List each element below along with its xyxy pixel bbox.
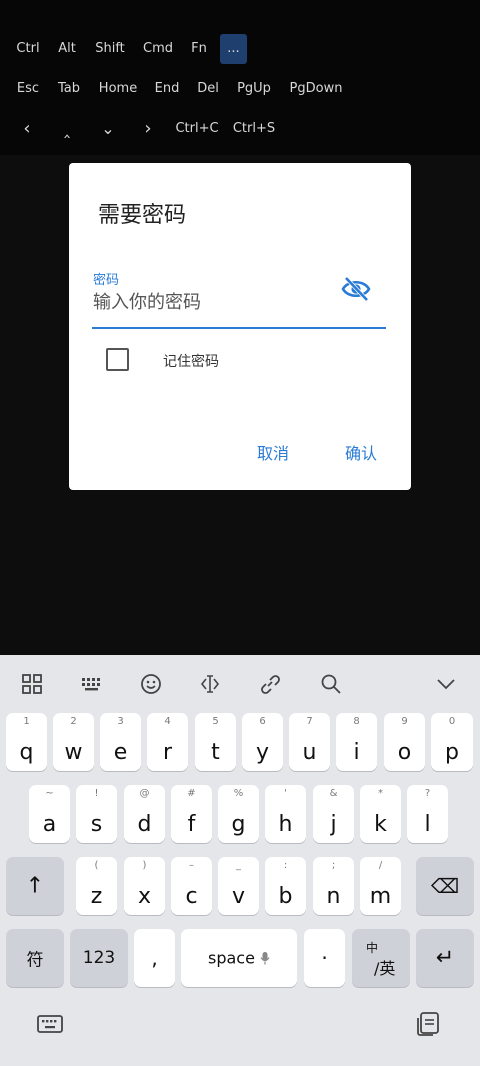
mic-icon <box>260 952 270 965</box>
key-g[interactable]: % g <box>218 785 259 843</box>
password-field-underline <box>92 327 386 329</box>
key-b[interactable]: :b <box>265 857 306 915</box>
keyboard-switch-icon[interactable] <box>36 1010 64 1038</box>
comma-key[interactable]: , <box>134 929 175 987</box>
fn-key[interactable]: Fn <box>185 34 213 64</box>
key-u[interactable]: 7u <box>289 713 330 771</box>
key-v[interactable]: _ v <box>218 857 259 915</box>
tab-key[interactable]: Tab <box>54 74 84 104</box>
left-arrow-key[interactable]: ‹ <box>16 114 38 144</box>
password-input[interactable] <box>93 288 343 316</box>
key-o[interactable]: 9o <box>384 713 425 771</box>
symbol-key[interactable]: 符 <box>6 929 64 987</box>
cursor-icon[interactable] <box>197 671 223 697</box>
key-j[interactable]: & j <box>313 785 354 843</box>
pgdown-key[interactable]: PgDown <box>286 74 346 104</box>
cmd-key[interactable]: Cmd <box>139 34 177 64</box>
del-key[interactable]: Del <box>193 74 223 104</box>
ctrl-c-key[interactable]: Ctrl+C <box>174 114 220 144</box>
key-s[interactable]: ! s <box>76 785 117 843</box>
link-icon[interactable] <box>257 671 283 697</box>
key-l[interactable]: ? l <box>407 785 448 843</box>
grid-icon[interactable] <box>19 671 45 697</box>
key-h[interactable]: ' h <box>265 785 306 843</box>
dialog-title: 需要密码 <box>98 203 187 228</box>
language-switch-key[interactable]: 中 /英 <box>352 929 410 987</box>
extra-keys-row-1: Ctrl Alt Shift Cmd Fn ... <box>0 34 480 64</box>
confirm-button[interactable]: 确认 <box>345 440 377 464</box>
key-e[interactable]: 3e <box>100 713 141 771</box>
lang-zh-label: 中 <box>366 941 379 955</box>
search-icon[interactable] <box>318 671 344 697</box>
keyboard-layout-icon[interactable] <box>79 671 105 697</box>
extra-keys-row-2: Esc Tab Home End Del PgUp PgDown <box>0 74 480 104</box>
number-key[interactable]: 123 <box>70 929 128 987</box>
key-c[interactable]: – c <box>171 857 212 915</box>
right-arrow-key[interactable]: › <box>137 114 159 144</box>
alt-key[interactable]: Alt <box>52 34 82 64</box>
extra-keys-row-3: ‹ ‸ ⌄ › Ctrl+C Ctrl+S <box>0 114 480 144</box>
down-arrow-key[interactable]: ⌄ <box>97 114 119 144</box>
period-key[interactable]: · <box>304 929 345 987</box>
key-f[interactable]: # f <box>171 785 212 843</box>
emoji-icon[interactable] <box>138 671 164 697</box>
up-arrow-key[interactable]: ‸ <box>56 114 78 144</box>
more-key[interactable]: ... <box>220 34 247 64</box>
key-r[interactable]: 4r <box>147 713 188 771</box>
pgup-key[interactable]: PgUp <box>233 74 275 104</box>
clipboard-icon[interactable] <box>414 1010 442 1038</box>
key-q[interactable]: 1q <box>6 713 47 771</box>
key-m[interactable]: / m <box>360 857 401 915</box>
chevron-down-icon[interactable] <box>433 671 459 697</box>
key-p[interactable]: 0p <box>431 713 473 771</box>
ctrl-s-key[interactable]: Ctrl+S <box>232 114 276 144</box>
key-y[interactable]: 6y <box>242 713 283 771</box>
ctrl-key[interactable]: Ctrl <box>12 34 44 64</box>
key-k[interactable]: * k <box>360 785 401 843</box>
key-i[interactable]: 8i <box>336 713 377 771</box>
visibility-toggle-icon[interactable] <box>340 275 372 303</box>
shift-key[interactable]: Shift <box>90 34 130 64</box>
key-n[interactable]: ; n <box>313 857 354 915</box>
space-key[interactable]: space <box>181 929 297 987</box>
key-w[interactable]: 2w <box>53 713 94 771</box>
home-key[interactable]: Home <box>96 74 140 104</box>
password-dialog: 需要密码 密码 记住密码 取消 确认 <box>69 163 411 490</box>
space-label: space <box>207 948 255 968</box>
cancel-button[interactable]: 取消 <box>257 440 289 464</box>
key-z[interactable]: (z <box>76 857 117 915</box>
key-x[interactable]: ) x <box>124 857 165 915</box>
enter-key[interactable]: ↵ <box>416 929 474 987</box>
soft-keyboard: 1q 2w 3e 4r 5t 6y 7u 8i 9o 0p ~ a ! s @ d #… <box>0 655 480 1066</box>
key-t[interactable]: 5t <box>195 713 236 771</box>
lang-en-label: /英 <box>374 959 396 978</box>
esc-key[interactable]: Esc <box>12 74 44 104</box>
remember-password-label[interactable]: 记住密码 <box>163 351 219 371</box>
backspace-key[interactable]: ⌫ <box>416 857 474 915</box>
extra-keys-bar: Ctrl Alt Shift Cmd Fn ... Esc Tab Home E… <box>0 0 480 155</box>
password-field-label: 密码 <box>93 273 120 288</box>
end-key[interactable]: End <box>151 74 183 104</box>
key-a[interactable]: ~ a <box>29 785 70 843</box>
key-d[interactable]: @ d <box>124 785 165 843</box>
remember-password-checkbox[interactable] <box>106 348 129 371</box>
shift-key[interactable]: ↑ <box>6 857 64 915</box>
